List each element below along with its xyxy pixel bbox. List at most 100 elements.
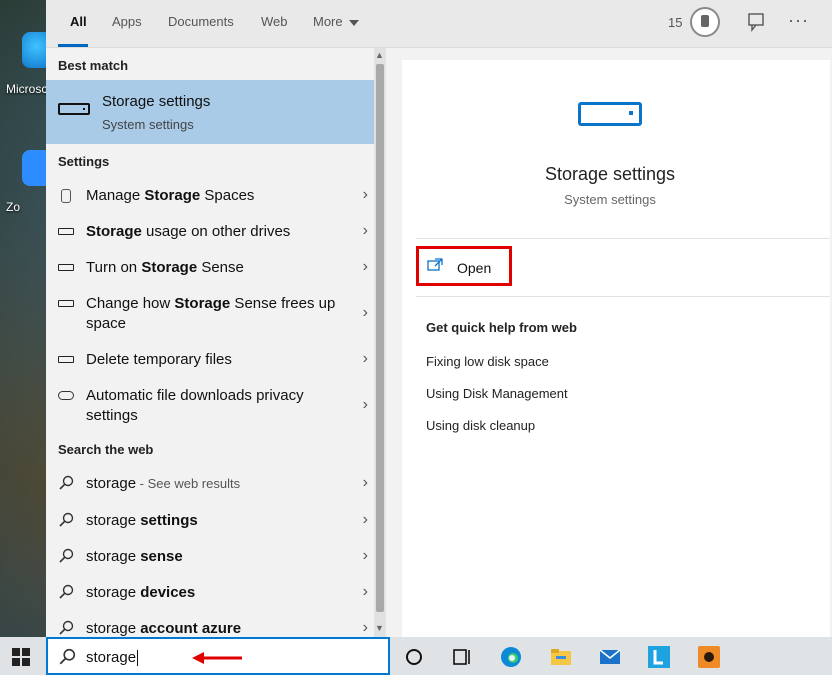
chevron-right-icon[interactable]: ›: [363, 222, 368, 240]
results-list: Best match Storage settings System setti…: [46, 48, 386, 637]
result-label: Manage Storage Spaces: [86, 187, 255, 204]
settings-result[interactable]: Turn on Storage Sense ›: [46, 258, 374, 278]
tab-documents[interactable]: Documents: [168, 14, 234, 29]
search-icon: [59, 475, 74, 490]
mail-icon[interactable]: [599, 646, 621, 668]
result-label: Storage usage on other drives: [86, 223, 291, 240]
search-web-heading: Search the web: [58, 442, 154, 457]
search-icon: [59, 620, 74, 635]
edge-icon[interactable]: [500, 646, 522, 668]
search-tabs: All Apps Documents Web More 15 ···: [46, 0, 832, 48]
settings-result[interactable]: Automatic file downloads privacy setting…: [46, 386, 374, 426]
drive-icon: [58, 356, 74, 363]
divider: [416, 238, 830, 239]
tab-apps[interactable]: Apps: [112, 14, 142, 29]
drive-icon: [58, 300, 74, 307]
desktop-shortcut-label: Microsc: [6, 82, 48, 96]
result-label: storage account azure: [86, 620, 242, 637]
open-button[interactable]: Open: [416, 246, 512, 286]
settings-result[interactable]: Manage Storage Spaces ›: [46, 186, 374, 206]
rewards-count: 15: [668, 15, 683, 30]
search-query-text: storage: [86, 649, 137, 666]
cloud-icon: [58, 391, 74, 400]
detail-subtitle: System settings: [564, 192, 656, 207]
app-icon[interactable]: [698, 646, 720, 668]
l-app-icon[interactable]: [648, 646, 670, 668]
desktop-shortcut-zoom[interactable]: Zo: [6, 150, 58, 214]
web-result[interactable]: storage devices ›: [46, 583, 374, 603]
text-caret: [137, 650, 139, 667]
results-scrollbar[interactable]: ▲ ▼: [374, 48, 386, 637]
result-label: Change how Storage Sense frees up space: [86, 295, 336, 332]
chevron-down-icon: [348, 19, 359, 26]
tab-web[interactable]: Web: [261, 14, 288, 29]
chevron-right-icon[interactable]: ›: [363, 547, 368, 565]
open-external-icon: [427, 258, 443, 271]
web-result[interactable]: storage account azure ›: [46, 619, 374, 637]
best-match-title: Storage settings: [102, 93, 211, 110]
result-label: storage - See web results: [86, 475, 241, 492]
task-view-icon[interactable]: [451, 646, 473, 668]
settings-heading: Settings: [58, 154, 110, 169]
help-link[interactable]: Fixing low disk space: [426, 354, 549, 369]
search-icon: [59, 584, 74, 599]
result-label: storage sense: [86, 548, 183, 565]
chevron-right-icon[interactable]: ›: [363, 258, 368, 276]
drive-icon: [58, 103, 90, 115]
result-label: Turn on Storage Sense: [86, 259, 244, 276]
best-match-subtitle: System settings: [102, 117, 194, 132]
result-label: storage settings: [86, 512, 198, 529]
web-result[interactable]: storage - See web results ›: [46, 474, 374, 494]
tab-more[interactable]: More: [313, 14, 359, 29]
chevron-right-icon[interactable]: ›: [363, 304, 368, 322]
open-label: Open: [457, 260, 492, 276]
settings-result[interactable]: Delete temporary files ›: [46, 350, 374, 370]
settings-result[interactable]: Change how Storage Sense frees up space …: [46, 294, 374, 334]
best-match-heading: Best match: [58, 58, 129, 73]
chevron-right-icon[interactable]: ›: [363, 186, 368, 204]
file-explorer-icon[interactable]: [550, 646, 572, 668]
storage-spaces-icon: [61, 189, 71, 203]
more-options-icon[interactable]: ···: [788, 10, 809, 31]
quick-help-heading: Get quick help from web: [426, 320, 577, 335]
desktop-shortcut-label: Zo: [6, 200, 21, 214]
tab-all[interactable]: All: [70, 14, 87, 29]
detail-pane: Storage settings System settings Open Ge…: [402, 60, 830, 637]
help-link[interactable]: Using disk cleanup: [426, 418, 535, 433]
cortana-icon[interactable]: [403, 646, 425, 668]
drive-icon: [578, 102, 642, 126]
taskbar-search-box[interactable]: storage: [46, 637, 390, 675]
desktop-shortcut-edge[interactable]: Microsc: [6, 32, 58, 96]
chevron-right-icon[interactable]: ›: [363, 583, 368, 601]
search-panel: All Apps Documents Web More 15 ··· Best …: [46, 0, 832, 637]
chevron-right-icon[interactable]: ›: [363, 511, 368, 529]
search-query[interactable]: storage: [86, 649, 139, 667]
chevron-right-icon[interactable]: ›: [363, 350, 368, 368]
chevron-right-icon[interactable]: ›: [363, 474, 368, 492]
help-link[interactable]: Using Disk Management: [426, 386, 568, 401]
result-label: Delete temporary files: [86, 351, 232, 368]
scroll-down-icon[interactable]: ▼: [375, 623, 384, 633]
scroll-thumb[interactable]: [376, 64, 384, 612]
drive-icon: [58, 264, 74, 271]
web-result[interactable]: storage settings ›: [46, 511, 374, 531]
web-result[interactable]: storage sense ›: [46, 547, 374, 567]
search-icon: [59, 648, 76, 665]
settings-result[interactable]: Storage usage on other drives ›: [46, 222, 374, 242]
scroll-up-icon[interactable]: ▲: [375, 50, 384, 60]
chevron-right-icon[interactable]: ›: [363, 619, 368, 637]
feedback-icon[interactable]: [746, 12, 766, 32]
chevron-right-icon[interactable]: ›: [363, 396, 368, 414]
active-tab-indicator: [58, 44, 88, 47]
windows-start-icon[interactable]: [12, 648, 30, 666]
result-label: storage devices: [86, 584, 196, 601]
tab-more-label: More: [313, 14, 343, 29]
drive-icon: [58, 228, 74, 235]
search-icon: [59, 512, 74, 527]
best-match-result[interactable]: Storage settings System settings: [46, 80, 374, 144]
search-icon: [59, 548, 74, 563]
red-arrow-annotation-icon: [192, 652, 242, 664]
divider: [416, 296, 830, 297]
rewards-medal-icon[interactable]: [690, 7, 720, 37]
result-label: Automatic file downloads privacy setting…: [86, 387, 304, 424]
